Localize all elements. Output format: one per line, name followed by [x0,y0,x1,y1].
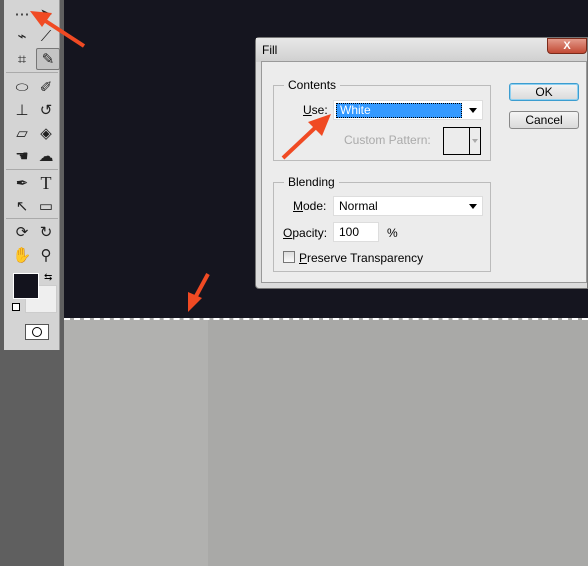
magic-wand-icon[interactable]: ⟋ [34,25,58,47]
zoom-icon[interactable]: ⚲ [34,244,58,266]
dialog-title: Fill [262,43,278,57]
opacity-input[interactable]: 100 [333,222,379,242]
custom-pattern-picker [443,127,481,155]
dodge-icon[interactable]: ☚ [10,145,34,167]
opacity-label: Opacity: [283,226,328,240]
mode-dropdown[interactable]: Normal [333,196,483,216]
cancel-button[interactable]: Cancel [509,111,579,129]
default-colors-icon[interactable] [12,303,20,311]
history-brush-icon[interactable]: ↺ [34,99,58,121]
divider [6,218,58,219]
eyedropper-icon[interactable]: ✎ [36,48,60,70]
eraser-icon[interactable]: ▱ [10,122,34,144]
marquee-icon[interactable]: ⋯ [10,3,34,25]
quick-mask-icon [32,327,42,337]
move-icon[interactable]: ➤ [34,3,58,25]
mode-label: Mode: [293,199,327,213]
tools-panel-body: ⋯ ➤ ⌁ ⟋ ⌗ ✎ ⬭ ✐ ⊥ ↺ ▱ ◈ ☚ ☁ ✒ T ↖ ▭ ⟳ ↻ … [4,0,60,350]
paint-bucket-icon[interactable]: ◈ [34,122,58,144]
divider [6,72,58,73]
ok-button[interactable]: OK [509,83,579,101]
chevron-down-icon [472,139,478,143]
clone-stamp-icon[interactable]: ⊥ [10,99,34,121]
foreground-color-swatch[interactable] [13,273,39,299]
preserve-transparency-label[interactable]: Preserve Transparency [299,251,423,265]
brush-icon[interactable]: ✐ [34,76,58,98]
divider [6,169,58,170]
pen-icon[interactable]: ✒ [10,172,34,194]
chevron-down-icon [469,108,477,113]
healing-brush-icon[interactable]: ⬭ [10,76,34,98]
smudge-icon[interactable]: ☁ [34,145,58,167]
dialog-body: Contents Use: White Custom Pattern: Blen… [261,61,587,283]
preserve-transparency-checkbox[interactable] [283,251,295,263]
fill-dialog: Fill X Contents Use: White Custom Patter… [255,37,588,289]
opacity-unit: % [387,226,398,240]
chevron-down-icon [469,204,477,209]
type-icon[interactable]: T [34,172,58,194]
blending-legend: Blending [288,175,335,189]
3d-rotate-icon[interactable]: ↻ [34,221,58,243]
lasso-icon[interactable]: ⌁ [10,25,34,47]
hand-icon[interactable]: ✋ [10,244,34,266]
contents-legend: Contents [288,78,337,92]
rotate-view-icon[interactable]: ⟳ [10,221,34,243]
mode-value: Normal [339,199,378,213]
image-layer-selection[interactable] [64,318,588,566]
use-value: White [336,103,462,118]
tools-panel: ⋯ ➤ ⌁ ⟋ ⌗ ✎ ⬭ ✐ ⊥ ↺ ▱ ◈ ☚ ☁ ✒ T ↖ ▭ ⟳ ↻ … [0,0,64,566]
dialog-titlebar: Fill [256,38,587,62]
use-label: Use: [303,103,328,117]
use-dropdown[interactable]: White [333,100,483,120]
crop-icon[interactable]: ⌗ [10,48,34,70]
rectangle-icon[interactable]: ▭ [34,195,58,217]
image-region [64,320,208,566]
quick-mask-button[interactable] [25,324,49,340]
close-button[interactable]: X [547,38,587,54]
path-select-icon[interactable]: ↖ [10,195,34,217]
swap-colors-icon[interactable]: ⇆ [44,272,52,283]
custom-pattern-label: Custom Pattern: [344,133,431,147]
